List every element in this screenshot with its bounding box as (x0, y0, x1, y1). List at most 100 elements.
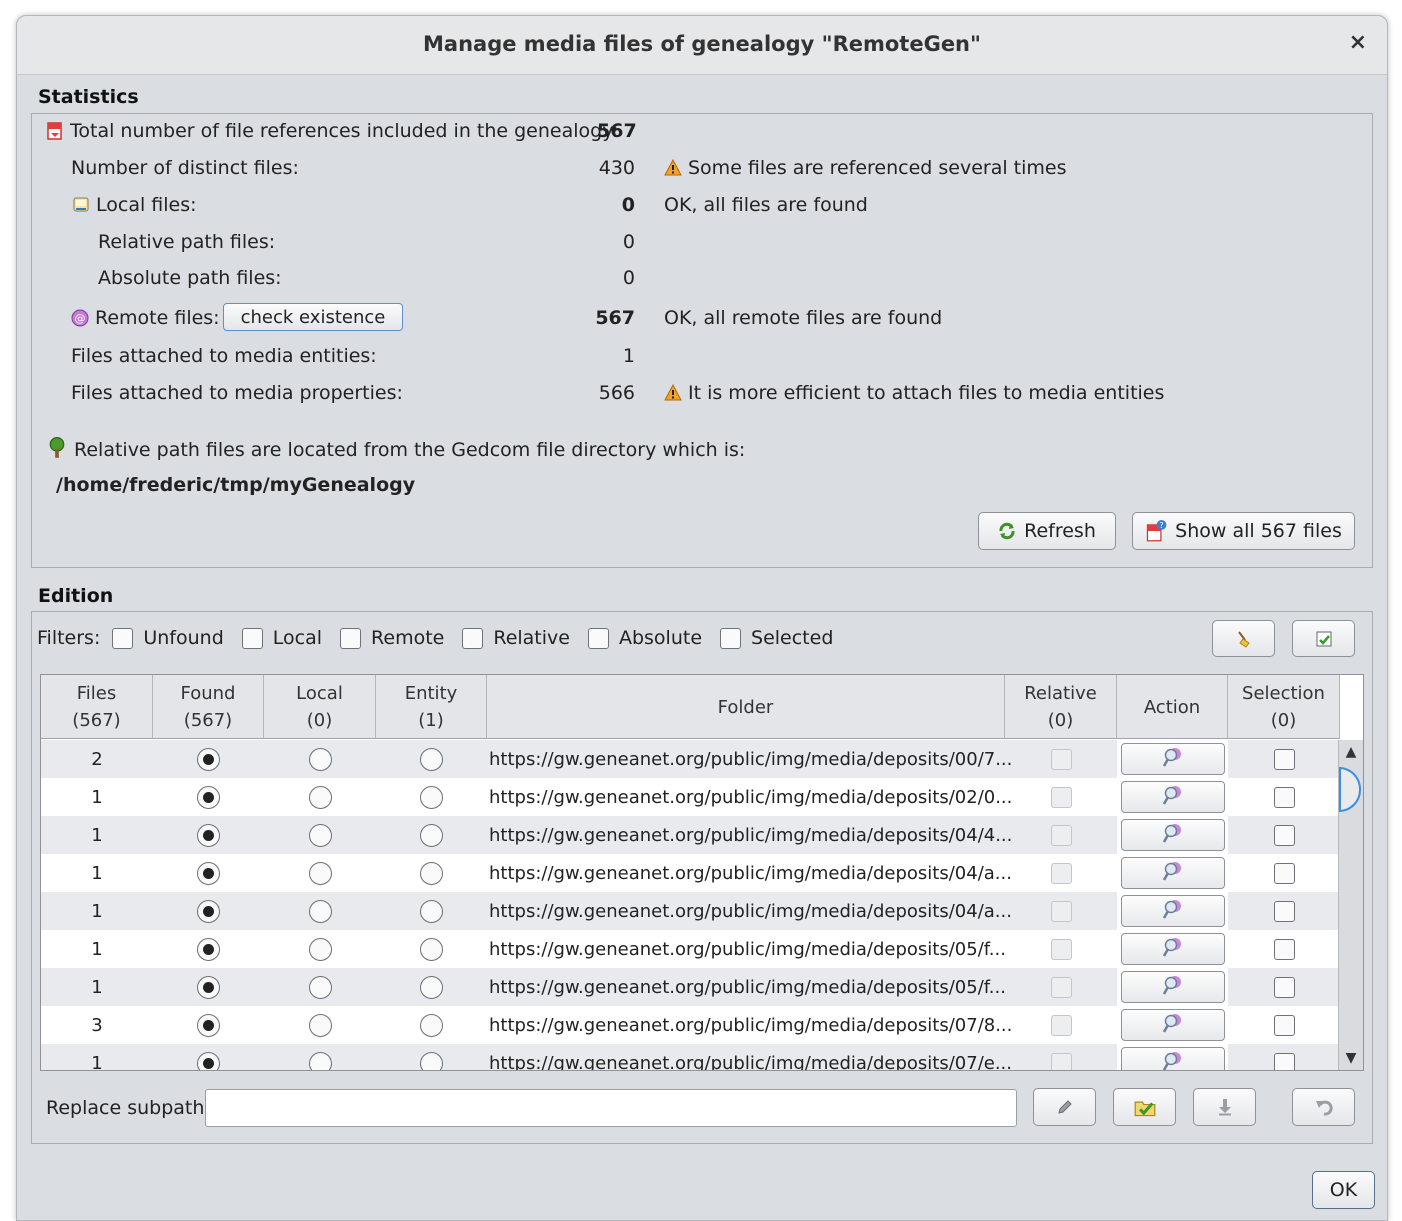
cell-relative (1005, 1044, 1117, 1070)
selection-checkbox[interactable] (1273, 900, 1295, 922)
entity-radio[interactable] (420, 861, 443, 885)
found-radio[interactable] (197, 899, 220, 923)
check-existence-button[interactable]: check existence (223, 303, 403, 331)
found-radio[interactable] (197, 1051, 220, 1070)
table-row[interactable]: 1 https://gw.geneanet.org/public/img/medi… (41, 816, 1339, 854)
table-row[interactable]: 1 https://gw.geneanet.org/public/img/medi… (41, 892, 1339, 930)
local-radio[interactable] (308, 747, 332, 771)
remote-value: 567 (595, 307, 635, 329)
browse-folder-button[interactable] (1113, 1088, 1176, 1126)
col-relative[interactable]: Relative (0) (1005, 675, 1117, 739)
table-row[interactable]: 1 https://gw.geneanet.org/public/img/medi… (41, 778, 1339, 816)
entity-radio[interactable] (420, 975, 443, 999)
entity-radio[interactable] (420, 1013, 443, 1037)
filter-local-checkbox[interactable] (241, 627, 263, 649)
action-button[interactable] (1120, 933, 1225, 965)
col-files[interactable]: Files (567) (41, 675, 153, 739)
ok-button[interactable]: OK (1312, 1171, 1375, 1209)
selection-checkbox[interactable] (1273, 976, 1295, 998)
download-button[interactable] (1193, 1088, 1256, 1126)
local-radio[interactable] (308, 899, 332, 923)
filter-unfound-checkbox[interactable] (112, 627, 134, 649)
scroll-down-icon[interactable]: ▼ (1339, 1050, 1363, 1066)
selection-checkbox[interactable] (1273, 1014, 1295, 1036)
gedcom-directory: /home/frederic/tmp/myGenealogy (56, 474, 416, 496)
action-button[interactable] (1120, 781, 1225, 813)
col-selection[interactable]: Selection (0) (1228, 675, 1340, 739)
action-button[interactable] (1120, 743, 1225, 775)
found-radio[interactable] (197, 975, 220, 999)
filter-local-label: Local (272, 627, 323, 649)
table-row[interactable]: 1 https://gw.geneanet.org/public/img/medi… (41, 1044, 1339, 1070)
col-action[interactable]: Action (1117, 675, 1228, 739)
found-radio[interactable] (197, 861, 220, 885)
entity-radio[interactable] (420, 785, 443, 809)
clear-filters-button[interactable] (1212, 620, 1275, 657)
refresh-button[interactable]: Refresh (978, 512, 1116, 550)
filters-bar: Filters: Unfound Local Remote Relative A… (37, 627, 833, 649)
distinct-note-text: Some files are referenced several times (688, 157, 1067, 179)
table-row[interactable]: 1 https://gw.geneanet.org/public/img/medi… (41, 854, 1339, 892)
col-local[interactable]: Local (0) (264, 675, 376, 739)
found-radio[interactable] (197, 937, 220, 961)
table-row[interactable]: 2 https://gw.geneanet.org/public/img/medi… (41, 740, 1339, 778)
entity-radio[interactable] (420, 937, 443, 961)
scroll-up-icon[interactable]: ▲ (1339, 744, 1363, 760)
distinct-label: Number of distinct files: (71, 157, 299, 179)
select-all-button[interactable] (1292, 620, 1355, 657)
filter-absolute-label: Absolute (618, 627, 703, 649)
filter-relative-checkbox[interactable] (462, 627, 484, 649)
selection-checkbox[interactable] (1273, 786, 1295, 808)
found-radio[interactable] (197, 823, 220, 847)
filter-absolute-checkbox[interactable] (587, 627, 609, 649)
cell-folder: https://gw.geneanet.org/public/img/media… (489, 900, 1012, 922)
show-all-files-button[interactable]: ? Show all 567 files (1132, 512, 1355, 550)
close-icon[interactable]: × (1349, 30, 1367, 55)
entity-radio[interactable] (420, 1051, 443, 1070)
col-folder[interactable]: Folder (487, 675, 1005, 739)
undo-button[interactable] (1292, 1088, 1355, 1126)
cell-folder: https://gw.geneanet.org/public/img/media… (489, 862, 1012, 884)
cell-action (1117, 968, 1228, 1006)
local-radio[interactable] (308, 1051, 332, 1070)
entity-radio[interactable] (420, 899, 443, 923)
filter-remote-checkbox[interactable] (340, 627, 362, 649)
local-radio[interactable] (308, 975, 332, 999)
action-button[interactable] (1120, 1009, 1225, 1041)
local-radio[interactable] (308, 937, 332, 961)
selection-checkbox[interactable] (1273, 938, 1295, 960)
col-found[interactable]: Found (567) (153, 675, 264, 739)
action-button[interactable] (1120, 857, 1225, 889)
relative-checkbox (1050, 748, 1072, 770)
cell-relative (1005, 854, 1117, 892)
table-row[interactable]: 1 https://gw.geneanet.org/public/img/medi… (41, 968, 1339, 1006)
scroll-thumb[interactable] (1339, 767, 1361, 812)
statistics-panel (31, 113, 1373, 568)
entity-radio[interactable] (420, 823, 443, 847)
filter-selected-checkbox[interactable] (720, 627, 742, 649)
local-radio[interactable] (308, 861, 332, 885)
col-selection-name: Selection (1242, 683, 1325, 704)
selection-checkbox[interactable] (1273, 1052, 1295, 1070)
local-radio[interactable] (308, 823, 332, 847)
selection-checkbox[interactable] (1273, 748, 1295, 770)
table-scrollbar[interactable]: ▲ ▼ (1338, 740, 1363, 1070)
edit-path-button[interactable] (1033, 1088, 1096, 1126)
action-button[interactable] (1120, 1047, 1225, 1070)
found-radio[interactable] (197, 747, 220, 771)
action-button[interactable] (1120, 971, 1225, 1003)
entity-radio[interactable] (420, 747, 443, 771)
action-button[interactable] (1120, 895, 1225, 927)
table-row[interactable]: 3 https://gw.geneanet.org/public/img/medi… (41, 1006, 1339, 1044)
action-button[interactable] (1120, 819, 1225, 851)
cell-relative (1005, 930, 1117, 968)
selection-checkbox[interactable] (1273, 824, 1295, 846)
replace-subpath-input[interactable] (205, 1089, 1017, 1127)
col-entity[interactable]: Entity (1) (376, 675, 487, 739)
found-radio[interactable] (197, 785, 220, 809)
local-radio[interactable] (308, 785, 332, 809)
table-row[interactable]: 1 https://gw.geneanet.org/public/img/medi… (41, 930, 1339, 968)
found-radio[interactable] (197, 1013, 220, 1037)
local-radio[interactable] (308, 1013, 332, 1037)
selection-checkbox[interactable] (1273, 862, 1295, 884)
